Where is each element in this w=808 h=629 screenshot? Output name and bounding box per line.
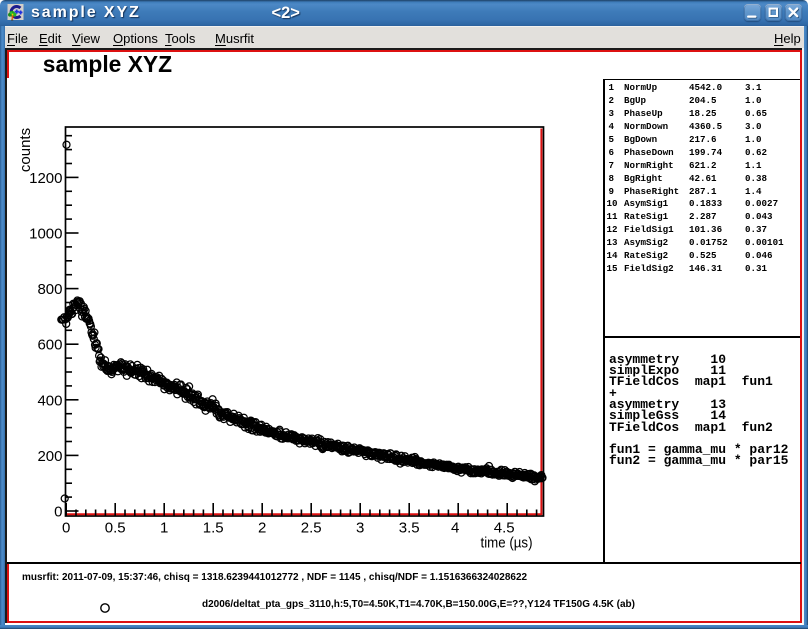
svg-text:0: 0 xyxy=(54,504,62,521)
svg-text:1: 1 xyxy=(160,520,168,537)
svg-text:3.5: 3.5 xyxy=(399,520,420,537)
svg-text:600: 600 xyxy=(37,337,62,354)
svg-text:4: 4 xyxy=(451,520,459,537)
svg-text:200: 200 xyxy=(37,448,62,465)
svg-text:400: 400 xyxy=(37,392,62,409)
svg-text:1000: 1000 xyxy=(29,226,62,243)
svg-text:2.5: 2.5 xyxy=(301,520,322,537)
svg-text:0.5: 0.5 xyxy=(105,520,126,537)
svg-text:0: 0 xyxy=(62,520,70,537)
svg-text:1.5: 1.5 xyxy=(203,520,224,537)
svg-text:counts: counts xyxy=(17,128,34,172)
svg-text:time (µs): time (µs) xyxy=(481,535,533,552)
svg-text:800: 800 xyxy=(37,281,62,298)
svg-text:1200: 1200 xyxy=(29,170,62,187)
svg-text:2: 2 xyxy=(258,520,266,537)
svg-text:3: 3 xyxy=(356,520,364,537)
